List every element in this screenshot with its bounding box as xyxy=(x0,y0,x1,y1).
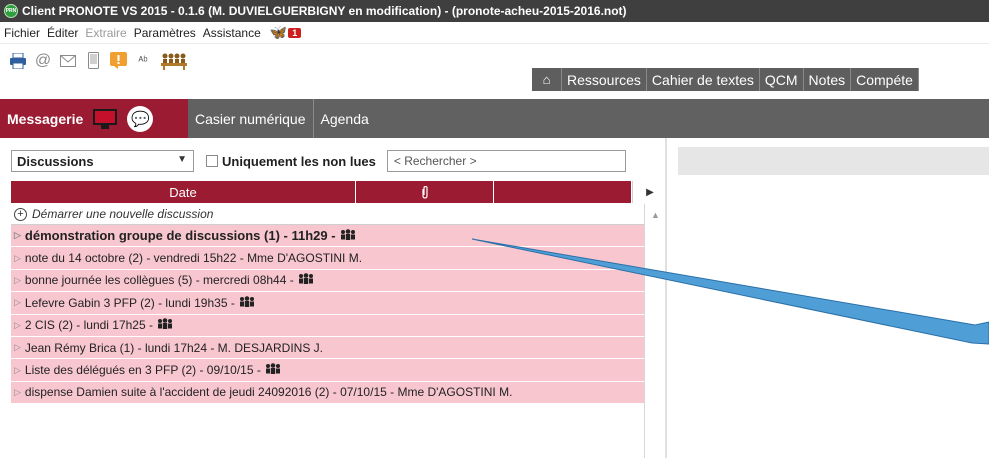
pronote-logo-icon: PRN xyxy=(4,4,18,18)
discussion-row[interactable]: ▷ Lefevre Gabin 3 PFP (2) - lundi 19h35 - xyxy=(11,292,644,315)
nav-tab-qcm[interactable]: QCM xyxy=(759,68,804,91)
unread-only-toggle[interactable]: Uniquement les non lues xyxy=(206,154,376,169)
discussion-row[interactable]: ▷ 2 CIS (2) - lundi 17h25 - xyxy=(11,314,644,337)
discussion-rows: + Démarrer une nouvelle discussion ▷ démo… xyxy=(11,204,644,405)
group-icon xyxy=(339,228,357,243)
expand-triangle-icon[interactable]: ▷ xyxy=(14,365,21,376)
filter-row: Discussions ▼ Uniquement les non lues xyxy=(11,150,661,172)
nav-tab-notes[interactable]: Notes xyxy=(803,68,852,91)
home-icon[interactable]: ⌂ xyxy=(532,68,562,91)
email-at-icon[interactable]: @ xyxy=(34,52,52,70)
discussion-row[interactable]: ▷ démonstration groupe de discussions (1)… xyxy=(11,225,644,248)
discussion-row[interactable]: ▷ dispense Damien suite à l'accident de j… xyxy=(11,381,644,405)
menu-bar: Fichier Éditer Extraire Paramètres Assis… xyxy=(0,22,989,44)
discussion-list-panel: Date ▶ + Démarrer une nouvelle discussio… xyxy=(11,181,667,458)
expand-triangle-icon[interactable]: ▷ xyxy=(14,297,21,308)
expand-triangle-icon[interactable]: ▷ xyxy=(14,275,21,286)
alert-icon[interactable] xyxy=(109,52,127,70)
discussion-row-label: Liste des délégués en 3 PFP (2) - 09/10/… xyxy=(24,363,261,378)
group-meeting-icon[interactable] xyxy=(159,52,189,70)
menu-editer[interactable]: Éditer xyxy=(47,26,78,40)
tab-agenda[interactable]: Agenda xyxy=(314,99,376,138)
nav-tab-cahier-de-textes[interactable]: Cahier de textes xyxy=(646,68,760,91)
notification-badge[interactable]: 1 xyxy=(288,27,302,38)
expand-triangle-icon[interactable]: ▷ xyxy=(14,387,21,398)
mobile-icon[interactable] xyxy=(84,52,102,70)
discussion-row-label: démonstration groupe de discussions (1) … xyxy=(24,228,336,244)
column-header-blank xyxy=(494,181,632,203)
chat-bubbles-icon[interactable]: 💬 xyxy=(127,105,154,132)
list-header: Date ▶ xyxy=(11,181,667,203)
discussion-row[interactable]: ▷ Liste des délégués en 3 PFP (2) - 09/10… xyxy=(11,359,644,382)
menu-extraire: Extraire xyxy=(85,25,127,40)
discussion-row-label: Jean Rémy Brica (1) - lundi 17h24 - M. D… xyxy=(24,340,324,355)
group-icon xyxy=(238,296,256,310)
discussion-row[interactable]: ▷ note du 14 octobre (2) - vendredi 15h22… xyxy=(11,247,644,270)
tab-messagerie[interactable]: Messagerie 💬 xyxy=(0,99,188,138)
window-title: Client PRONOTE VS 2015 - 0.1.6 (M. DUVIE… xyxy=(22,4,627,18)
envelope-icon[interactable] xyxy=(59,52,77,70)
monitor-icon[interactable] xyxy=(93,108,118,129)
discussion-row-label: note du 14 octobre (2) - vendredi 15h22 … xyxy=(24,251,363,266)
start-discussion-label: Démarrer une nouvelle discussion xyxy=(32,207,214,221)
menu-assistance[interactable]: Assistance xyxy=(203,26,261,40)
nav-tab-competences[interactable]: Compéte xyxy=(851,68,919,91)
column-expand-icon[interactable]: ▶ xyxy=(632,181,667,203)
panel-divider[interactable] xyxy=(665,138,667,458)
expand-triangle-icon[interactable]: ▷ xyxy=(14,230,21,241)
discussion-type-value: Discussions xyxy=(17,153,94,169)
expand-triangle-icon[interactable]: ▷ xyxy=(14,320,21,331)
section-tab-bar: Messagerie 💬 Casier numérique Agenda xyxy=(0,99,989,138)
discussion-row[interactable]: ▷ Jean Rémy Brica (1) - lundi 17h24 - M. … xyxy=(11,336,644,360)
discussion-row-label: 2 CIS (2) - lundi 17h25 - xyxy=(24,318,153,333)
main-navigation: ⌂ Ressources Cahier de textes QCM Notes … xyxy=(532,68,919,91)
discussion-row-label: bonne journée les collègues (5) - mercre… xyxy=(24,273,294,288)
group-icon xyxy=(264,363,282,377)
tab-messagerie-label: Messagerie xyxy=(7,110,84,127)
paperclip-icon[interactable] xyxy=(356,181,494,203)
unread-only-checkbox[interactable] xyxy=(206,155,218,167)
nav-tab-ressources[interactable]: Ressources xyxy=(562,68,647,91)
group-icon xyxy=(297,273,315,287)
spellcheck-icon[interactable]: ᴬᵇ xyxy=(134,52,152,70)
print-icon[interactable] xyxy=(9,52,27,70)
discussion-detail-header xyxy=(678,147,989,175)
discussion-row-label: dispense Damien suite à l'accident de je… xyxy=(24,385,513,400)
column-header-date[interactable]: Date xyxy=(11,181,356,203)
scroll-up-icon[interactable]: ▲ xyxy=(651,210,660,220)
butterfly-icon[interactable]: 🦋 xyxy=(270,24,287,41)
window-titlebar: PRN Client PRONOTE VS 2015 - 0.1.6 (M. D… xyxy=(0,0,989,22)
tab-casier-numerique[interactable]: Casier numérique xyxy=(188,99,314,138)
chevron-down-icon: ▼ xyxy=(177,154,187,165)
menu-fichier[interactable]: Fichier xyxy=(4,26,40,40)
vertical-scrollbar[interactable]: ▲ xyxy=(644,204,667,458)
expand-triangle-icon[interactable]: ▷ xyxy=(14,342,21,353)
discussion-row[interactable]: ▷ bonne journée les collègues (5) - mercr… xyxy=(11,269,644,293)
menu-parametres[interactable]: Paramètres xyxy=(134,26,196,40)
start-discussion-button[interactable]: + Démarrer une nouvelle discussion xyxy=(11,204,644,225)
group-icon xyxy=(156,318,174,332)
expand-triangle-icon[interactable]: ▷ xyxy=(14,253,21,264)
plus-circle-icon: + xyxy=(14,207,27,221)
discussion-type-select[interactable]: Discussions ▼ xyxy=(11,150,194,172)
discussion-row-label: Lefevre Gabin 3 PFP (2) - lundi 19h35 - xyxy=(24,295,235,310)
search-input[interactable] xyxy=(386,150,626,172)
unread-only-label: Uniquement les non lues xyxy=(222,153,376,169)
